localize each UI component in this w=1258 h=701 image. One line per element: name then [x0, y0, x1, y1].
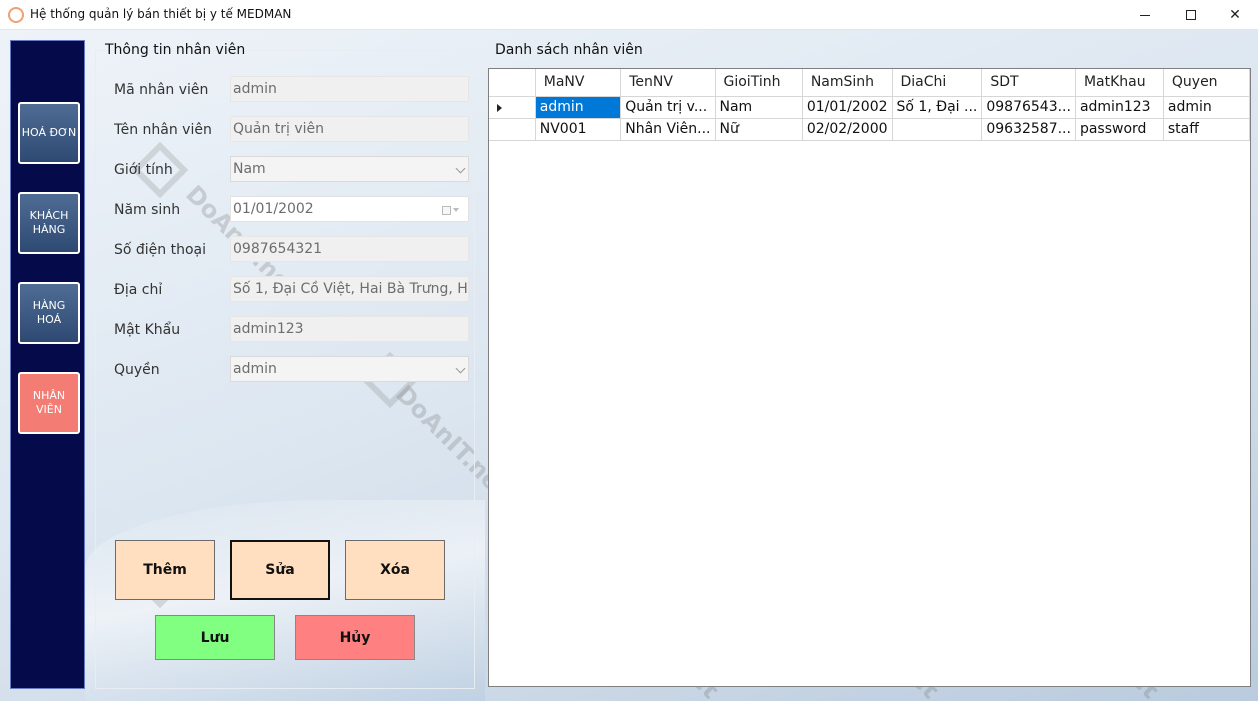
column-header[interactable]: GioiTinh [715, 69, 803, 97]
current-row-arrow-icon [497, 103, 502, 112]
sidebar-item-nhan-vien[interactable]: NHÂN VIÊN [18, 372, 80, 434]
column-header[interactable]: SDT [981, 69, 1076, 97]
table-cell[interactable]: staff [1163, 118, 1251, 141]
table-cell[interactable] [892, 118, 983, 141]
chevron-down-icon [455, 163, 466, 174]
table-cell[interactable]: 09632587... [981, 118, 1076, 141]
mat-khau-field[interactable]: admin123 [230, 316, 469, 342]
close-button[interactable]: ✕ [1212, 0, 1258, 30]
minimize-icon [1140, 14, 1150, 16]
table-cell[interactable]: admin [535, 96, 622, 119]
column-header[interactable]: MatKhau [1075, 69, 1164, 97]
table-row[interactable]: admin Quản trị v... Nam 01/01/2002 Số 1,… [489, 96, 1251, 119]
table-cell[interactable]: NV001 [535, 118, 622, 141]
dia-chi-label: Địa chỉ [114, 282, 163, 298]
huy-button[interactable]: Hủy [295, 615, 415, 660]
table-cell[interactable]: admin123 [1075, 96, 1164, 119]
nam-sinh-value: 01/01/2002 [233, 201, 314, 217]
table-cell[interactable]: Quản trị v... [620, 96, 716, 119]
sidebar-nav: HOÁ ĐƠN KHÁCH HÀNG HÀNG HOÁ NHÂN VIÊN [10, 40, 85, 689]
nam-sinh-label: Năm sinh [114, 202, 181, 218]
calendar-icon[interactable] [442, 204, 460, 216]
dia-chi-field[interactable]: Số 1, Đại Cồ Việt, Hai Bà Trưng, Hà Nội [230, 276, 469, 302]
table-cell[interactable]: Số 1, Đại ... [892, 96, 983, 119]
table-cell[interactable]: Nam [715, 96, 803, 119]
gioi-tinh-label: Giới tính [114, 162, 173, 178]
app-icon [8, 7, 24, 23]
chevron-down-icon [455, 363, 466, 374]
maximize-button[interactable] [1168, 0, 1214, 30]
row-header-corner [489, 69, 536, 97]
mat-khau-label: Mật Khẩu [114, 322, 181, 338]
row-header[interactable] [489, 118, 536, 141]
close-icon: ✕ [1229, 7, 1241, 23]
column-header[interactable]: TenNV [620, 69, 716, 97]
so-dien-thoai-label: Số điện thoại [114, 242, 207, 258]
sidebar-item-hang-hoa[interactable]: HÀNG HOÁ [18, 282, 80, 344]
employee-table: MaNV TenNV GioiTinh NamSinh DiaChi SDT M… [489, 69, 1251, 141]
gioi-tinh-value: Nam [233, 161, 266, 177]
maximize-icon [1186, 10, 1196, 20]
column-header[interactable]: MaNV [535, 69, 622, 97]
table-cell[interactable]: password [1075, 118, 1164, 141]
table-cell[interactable]: 01/01/2002 [802, 96, 893, 119]
sidebar-item-khach-hang[interactable]: KHÁCH HÀNG [18, 192, 80, 254]
table-cell[interactable]: admin [1163, 96, 1251, 119]
column-header[interactable]: DiaChi [892, 69, 983, 97]
window-title: Hệ thống quản lý bán thiết bị y tế MEDMA… [30, 7, 292, 21]
employee-info-title: Thông tin nhân viên [105, 42, 246, 58]
table-header-row: MaNV TenNV GioiTinh NamSinh DiaChi SDT M… [489, 69, 1251, 97]
nam-sinh-datepicker[interactable]: 01/01/2002 [230, 196, 469, 222]
quyen-select[interactable]: admin [230, 356, 469, 382]
table-cell[interactable]: Nữ [715, 118, 803, 141]
ten-nhan-vien-label: Tên nhân viên [114, 122, 212, 138]
table-row[interactable]: NV001 Nhân Viên... Nữ 02/02/2000 0963258… [489, 118, 1251, 141]
sua-button[interactable]: Sửa [230, 540, 330, 600]
row-header[interactable] [489, 96, 536, 119]
minimize-button[interactable] [1122, 0, 1168, 30]
ten-nhan-vien-field[interactable]: Quản trị viên [230, 116, 469, 142]
title-bar: Hệ thống quản lý bán thiết bị y tế MEDMA… [0, 0, 1258, 30]
column-header[interactable]: NamSinh [802, 69, 893, 97]
table-cell[interactable]: 02/02/2000 [802, 118, 893, 141]
table-cell[interactable]: 09876543... [981, 96, 1076, 119]
employee-list-title: Danh sách nhân viên [495, 42, 643, 58]
employee-grid: MaNV TenNV GioiTinh NamSinh DiaChi SDT M… [488, 68, 1251, 687]
xoa-button[interactable]: Xóa [345, 540, 445, 600]
sidebar-item-hoa-don[interactable]: HOÁ ĐƠN [18, 102, 80, 164]
quyen-label: Quyền [114, 362, 160, 378]
ma-nhan-vien-label: Mã nhân viên [114, 82, 209, 98]
column-header[interactable]: Quyen [1163, 69, 1251, 97]
luu-button[interactable]: Lưu [155, 615, 275, 660]
table-cell[interactable]: Nhân Viên... [620, 118, 716, 141]
them-button[interactable]: Thêm [115, 540, 215, 600]
so-dien-thoai-field[interactable]: 0987654321 [230, 236, 469, 262]
quyen-value: admin [233, 361, 277, 377]
ma-nhan-vien-field[interactable]: admin [230, 76, 469, 102]
gioi-tinh-select[interactable]: Nam [230, 156, 469, 182]
